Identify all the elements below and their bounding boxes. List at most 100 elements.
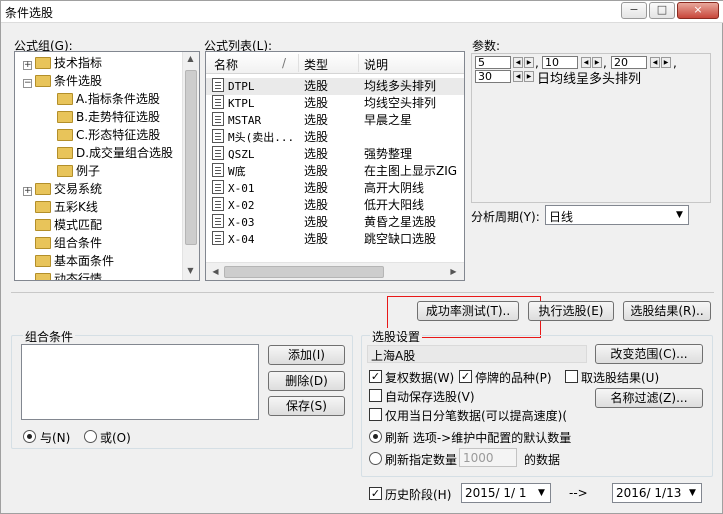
col-name[interactable]: 名称 <box>214 56 238 73</box>
restore-rights-checkbox[interactable]: ✓ <box>369 370 382 383</box>
formula-group-tree[interactable]: + 技术指标 − 条件选股 A.指标条件选股 B.走势特征选股 C.形态特征选股 D… <box>14 51 200 281</box>
table-row[interactable]: W底 选股 在主图上显示ZIG <box>206 163 464 180</box>
history-arrow: --> <box>569 486 588 500</box>
tree-label: 基本面条件 <box>54 254 115 268</box>
period-label: 分析周期(Y): <box>471 210 540 224</box>
tree-item-tech[interactable]: + 技术指标 <box>23 54 102 72</box>
refresh-default-radio[interactable] <box>369 430 382 443</box>
spin-left-icon[interactable]: ◀ <box>513 57 523 68</box>
close-button[interactable]: × <box>677 2 719 19</box>
scroll-left-icon[interactable]: ◀ <box>208 267 223 276</box>
expand-icon[interactable]: + <box>23 187 32 196</box>
tree-item-kline[interactable]: 五彩K线 <box>35 198 98 216</box>
h-scroll-thumb[interactable] <box>224 266 384 278</box>
folder-icon <box>57 111 73 123</box>
suspended-checkbox[interactable]: ✓ <box>459 370 472 383</box>
param-input-4[interactable]: 30 <box>475 70 511 83</box>
refresh-count-radio[interactable] <box>369 452 382 465</box>
row-name: X-02 <box>228 199 255 212</box>
row-type: 选股 <box>304 79 329 93</box>
tree-item-fundamental[interactable]: 基本面条件 <box>35 252 114 270</box>
name-filter-button[interactable]: 名称过滤(Z)... <box>595 388 703 408</box>
tree-item-b[interactable]: B.走势特征选股 <box>57 108 160 126</box>
history-label: 历史阶段(H) <box>385 488 452 502</box>
chevron-down-icon[interactable]: ▼ <box>672 207 687 223</box>
combo-conditions-label: 组合条件 <box>23 328 76 345</box>
tree-scrollbar[interactable]: ▲ ▼ <box>182 52 199 280</box>
table-row[interactable]: X-03 选股 黄昏之星选股 <box>206 214 464 231</box>
expand-icon[interactable]: + <box>23 61 32 70</box>
list-header: 名称 / 类型 说明 <box>206 52 464 74</box>
take-results-checkbox[interactable] <box>565 370 578 383</box>
spin-right-icon[interactable]: ▶ <box>524 57 534 68</box>
tree-label: 例子 <box>76 164 101 178</box>
spin-left-icon[interactable]: ◀ <box>513 71 523 82</box>
tree-item-c[interactable]: C.形态特征选股 <box>57 126 160 144</box>
delete-button[interactable]: 删除(D) <box>268 371 345 391</box>
table-row[interactable]: X-01 选股 高开大阴线 <box>206 180 464 197</box>
collapse-icon[interactable]: − <box>23 79 32 88</box>
table-row[interactable]: MSTAR 选股 早晨之星 <box>206 112 464 129</box>
scroll-thumb[interactable] <box>185 70 197 245</box>
row-desc: 在主图上显示ZIG <box>364 164 458 178</box>
spin-left-icon[interactable]: ◀ <box>581 57 591 68</box>
change-range-button[interactable]: 改变范围(C)... <box>595 344 703 364</box>
folder-open-icon <box>35 75 51 87</box>
add-button[interactable]: 添加(I) <box>268 345 345 365</box>
run-selection-button[interactable]: 执行选股(E) <box>528 301 614 321</box>
divider <box>11 292 714 293</box>
scroll-right-icon[interactable]: ▶ <box>446 267 461 276</box>
intraday-checkbox[interactable] <box>369 408 382 421</box>
table-row[interactable]: X-02 选股 低开大阳线 <box>206 197 464 214</box>
param-input-1[interactable]: 5 <box>475 56 511 69</box>
or-radio[interactable] <box>84 430 97 443</box>
tree-item-d[interactable]: D.成交量组合选股 <box>57 144 173 162</box>
history-from-date[interactable]: 2015/ 1/ 1 ▼ <box>461 483 551 503</box>
tree-item-example[interactable]: 例子 <box>57 162 100 180</box>
scroll-down-icon[interactable]: ▼ <box>183 266 198 275</box>
col-desc[interactable]: 说明 <box>364 56 388 73</box>
tree-item-pattern[interactable]: 模式匹配 <box>35 216 102 234</box>
formula-list[interactable]: 名称 / 类型 说明 DTPL 选股 均线多头排列 KTPL 选股 均线空头排列 <box>205 51 465 281</box>
period-select[interactable]: 日线 ▼ <box>545 205 689 225</box>
chevron-down-icon[interactable]: ▼ <box>534 485 549 501</box>
spin-right-icon[interactable]: ▶ <box>524 71 534 82</box>
market-value: 上海A股 <box>371 349 416 363</box>
table-row[interactable]: X-04 选股 跳空缺口选股 <box>206 231 464 248</box>
tree-item-combo[interactable]: 组合条件 <box>35 234 102 252</box>
row-type: 选股 <box>304 130 329 144</box>
combo-conditions-list[interactable] <box>21 344 259 420</box>
tree-label: B.走势特征选股 <box>76 110 161 124</box>
spin-right-icon[interactable]: ▶ <box>592 57 602 68</box>
table-row[interactable]: DTPL 选股 均线多头排列 <box>206 78 464 95</box>
row-type: 选股 <box>304 232 329 246</box>
chevron-down-icon[interactable]: ▼ <box>685 485 700 501</box>
table-row[interactable]: QSZL 选股 强势整理 <box>206 146 464 163</box>
count-value: 1000 <box>463 451 494 465</box>
count-input[interactable]: 1000 <box>459 448 517 467</box>
history-checkbox[interactable]: ✓ <box>369 487 382 500</box>
col-type[interactable]: 类型 <box>304 56 328 73</box>
horizontal-scrollbar[interactable]: ◀ ▶ <box>206 262 464 280</box>
table-row[interactable]: KTPL 选股 均线空头排列 <box>206 95 464 112</box>
save-button[interactable]: 保存(S) <box>268 396 345 416</box>
scroll-up-icon[interactable]: ▲ <box>183 54 198 63</box>
maximize-button[interactable]: □ <box>649 2 675 19</box>
tree-item-dynamic[interactable]: 动态行情 <box>35 270 102 280</box>
minimize-button[interactable]: − <box>621 2 647 19</box>
and-radio[interactable] <box>23 430 36 443</box>
row-desc: 高开大阴线 <box>364 181 425 195</box>
tree-item-trading[interactable]: + 交易系统 <box>23 180 102 198</box>
params-panel: 5 ◀ ▶ , 10 ◀ ▶ , 20 ◀ ▶ , 30 ◀ ▶ 日均线呈多头排… <box>471 53 711 203</box>
folder-icon <box>57 165 73 177</box>
auto-save-checkbox[interactable] <box>369 389 382 402</box>
spin-right-icon[interactable]: ▶ <box>661 57 671 68</box>
tree-item-condition[interactable]: − 条件选股 <box>23 72 102 90</box>
history-to-date[interactable]: 2016/ 1/13 ▼ <box>612 483 702 503</box>
results-button[interactable]: 选股结果(R).. <box>623 301 711 321</box>
spin-left-icon[interactable]: ◀ <box>650 57 660 68</box>
tree-label: 交易系统 <box>54 182 103 196</box>
table-row[interactable]: M头(卖出... 选股 <box>206 129 464 146</box>
tree-label: 条件选股 <box>54 74 103 88</box>
tree-item-a[interactable]: A.指标条件选股 <box>57 90 160 108</box>
